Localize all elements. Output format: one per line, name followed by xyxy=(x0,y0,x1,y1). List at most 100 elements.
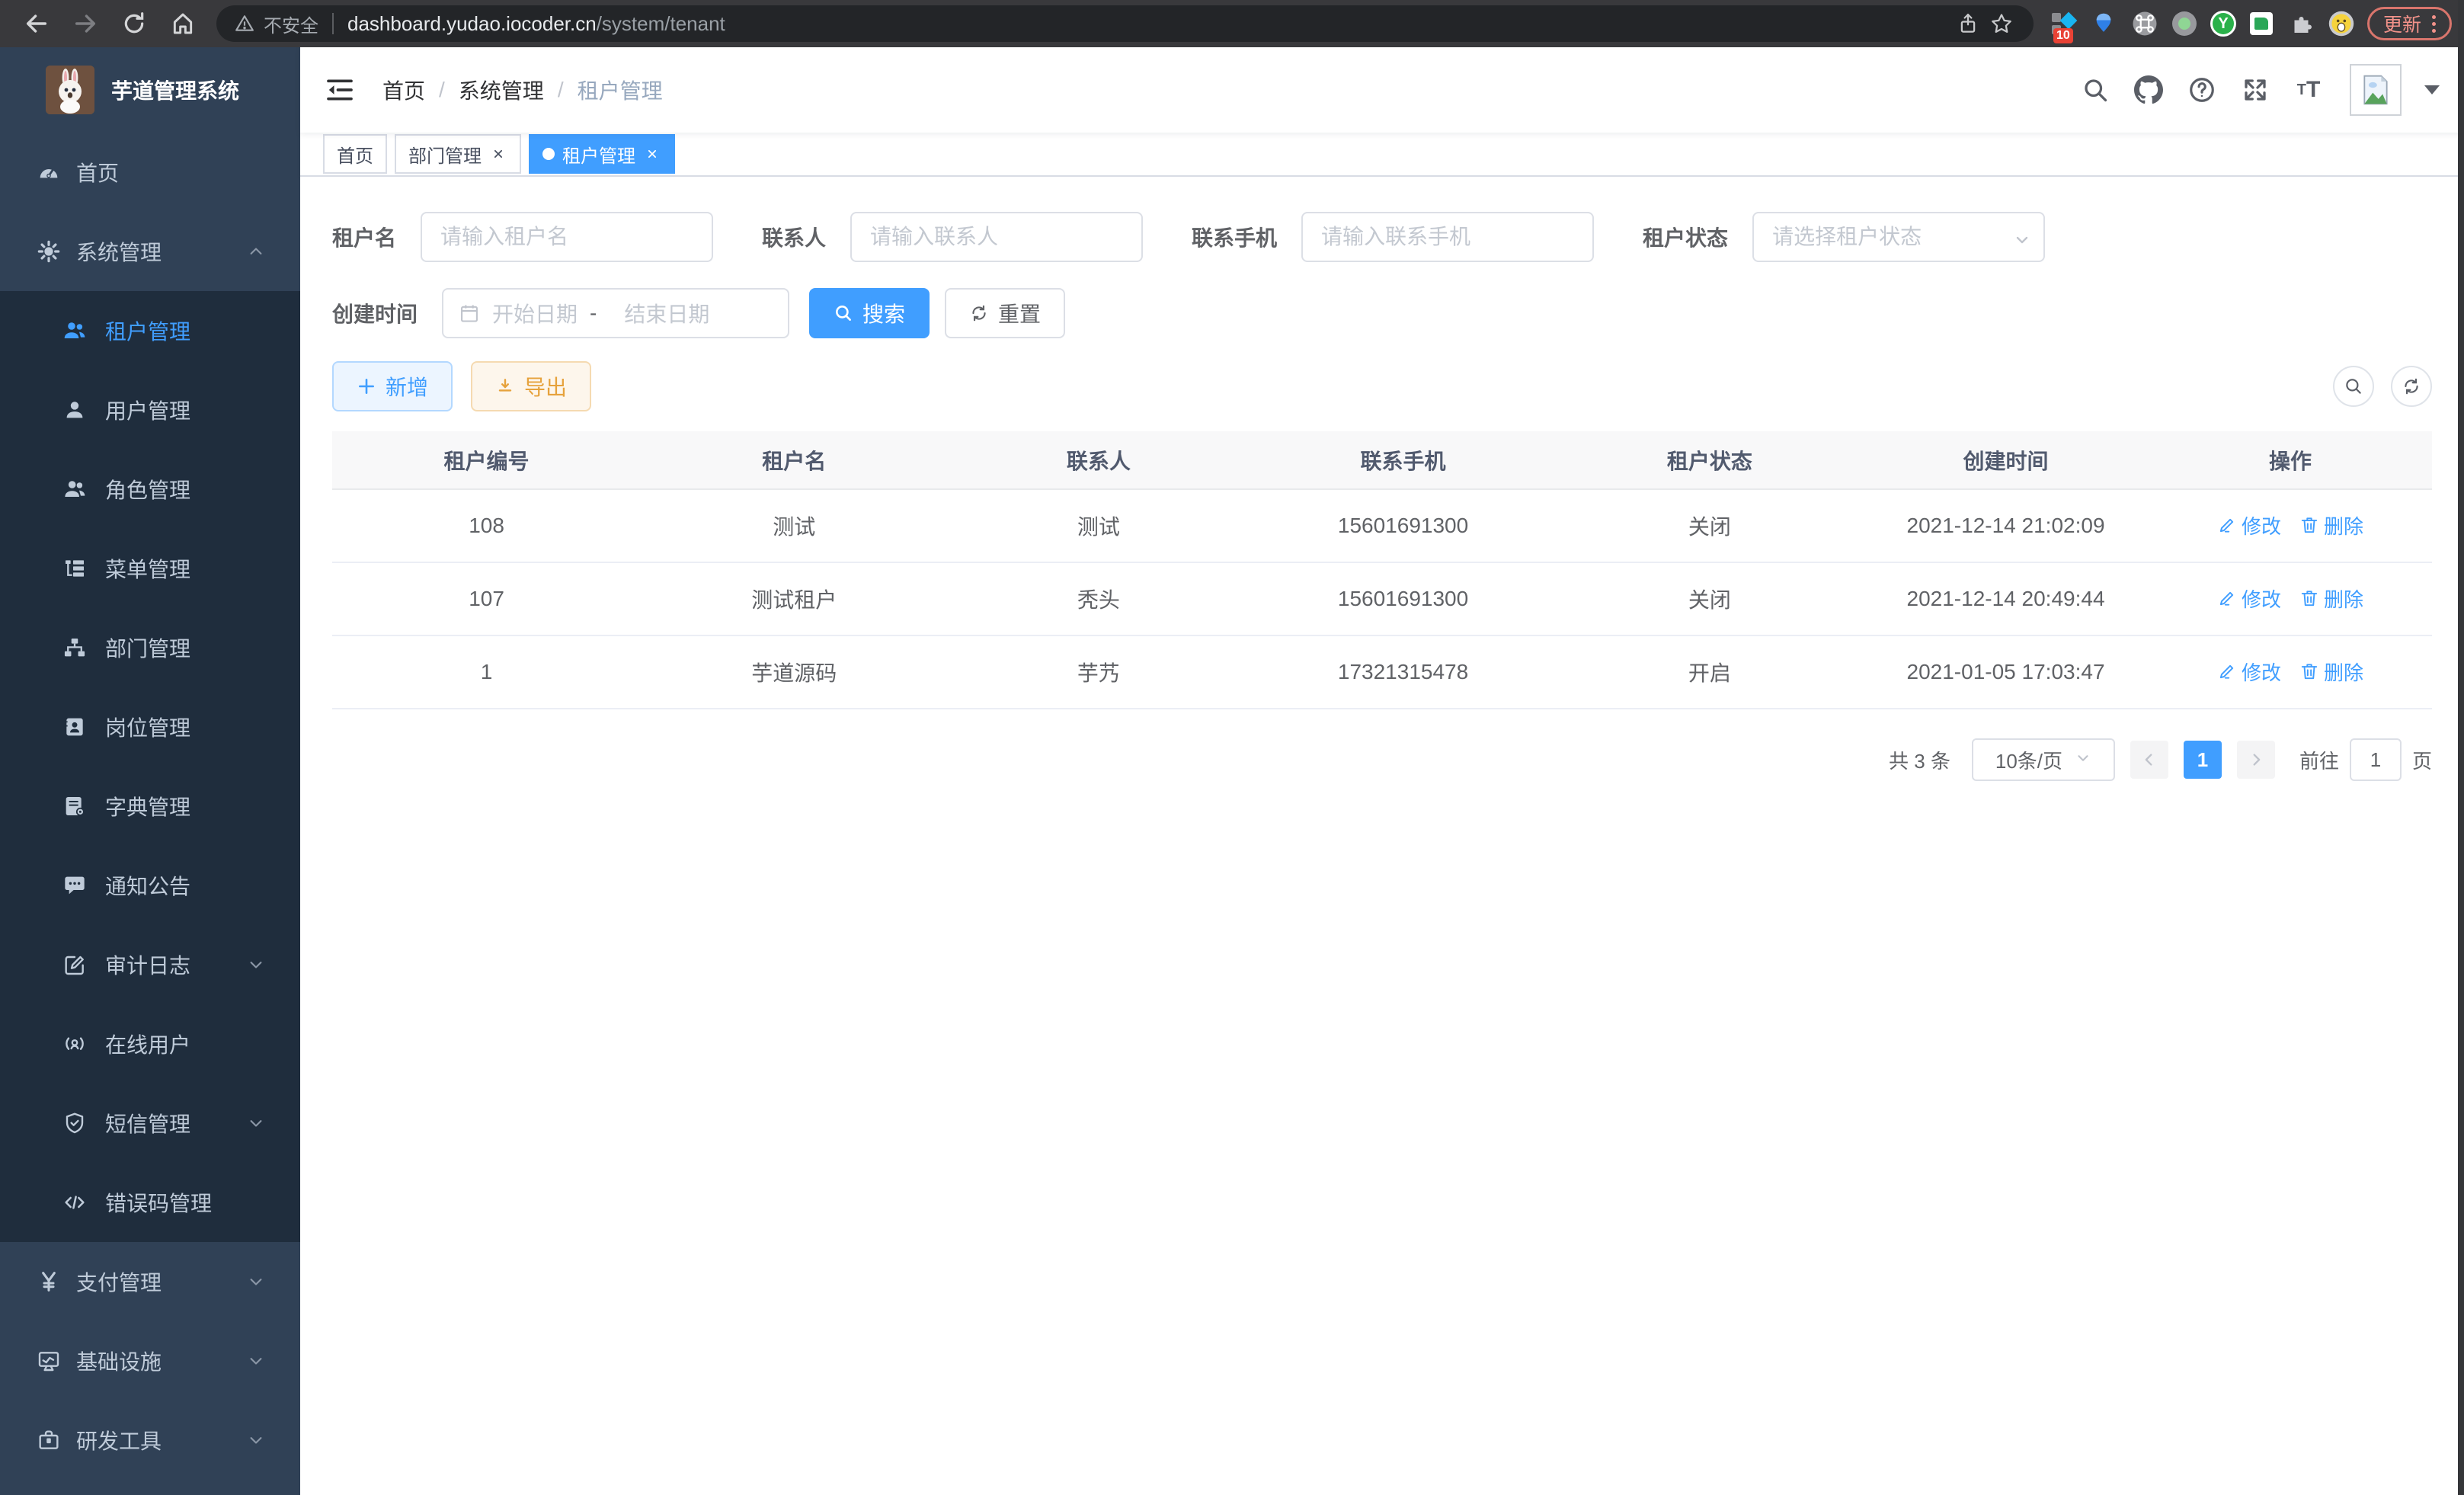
sidebar-item-online-users[interactable]: 在线用户 xyxy=(0,1004,300,1084)
cell-status: 开启 xyxy=(1557,635,1863,709)
sidebar-item-home[interactable]: 首页 xyxy=(0,133,300,212)
extension-balloon-icon[interactable] xyxy=(2090,10,2117,37)
github-icon[interactable] xyxy=(2133,75,2164,105)
extension-puzzle-icon[interactable] xyxy=(2286,10,2314,37)
tab-label: 租户管理 xyxy=(562,141,635,168)
toggle-search-icon[interactable] xyxy=(2333,366,2374,407)
next-page-button[interactable] xyxy=(2237,741,2275,779)
export-button[interactable]: 导出 xyxy=(471,361,591,411)
audit-edit-icon xyxy=(62,952,87,977)
sidebar-item-sms-management[interactable]: 短信管理 xyxy=(0,1084,300,1163)
bookmark-star-icon[interactable] xyxy=(1985,4,2018,43)
sidebar-item-notice-announcement[interactable]: 通知公告 xyxy=(0,846,300,925)
security-label[interactable]: 不安全 xyxy=(264,11,318,37)
extension-record-icon[interactable] xyxy=(2172,11,2197,36)
chevron-down-icon xyxy=(245,1350,267,1372)
tab-dept-management[interactable]: 部门管理 xyxy=(395,134,521,174)
active-tab-dot xyxy=(542,148,555,160)
search-button[interactable]: 搜索 xyxy=(809,288,930,338)
tab-tenant-management[interactable]: 租户管理 xyxy=(529,134,675,174)
browser-home-icon[interactable] xyxy=(162,4,204,43)
profile-avatar-icon[interactable] xyxy=(2328,10,2355,37)
start-date-placeholder[interactable]: 开始日期 xyxy=(492,298,578,328)
goto-page-input[interactable] xyxy=(2350,738,2402,781)
edit-link[interactable]: 修改 xyxy=(2217,658,2281,686)
extension-grid-icon[interactable]: 10 xyxy=(2049,10,2076,37)
cell-contact: 芋艿 xyxy=(948,635,1250,709)
filter-row-1: 租户名 联系人 联系手机 租户状态 xyxy=(332,212,2432,262)
table-header-row: 租户编号租户名联系人联系手机租户状态创建时间操作 xyxy=(332,431,2432,489)
dict-book-icon xyxy=(62,794,87,818)
edit-pencil-icon xyxy=(2217,515,2237,535)
sidebar-item-dict-management[interactable]: 字典管理 xyxy=(0,767,300,846)
browser-menu-icon[interactable] xyxy=(2432,15,2436,33)
trash-icon xyxy=(2299,588,2319,608)
mobile-input[interactable] xyxy=(1301,212,1594,262)
end-date-placeholder[interactable]: 结束日期 xyxy=(624,298,709,328)
contact-input[interactable] xyxy=(850,212,1143,262)
edit-link[interactable]: 修改 xyxy=(2217,511,2281,539)
browser-forward-icon[interactable] xyxy=(64,4,107,43)
avatar-dropdown-icon[interactable] xyxy=(2424,85,2440,94)
browser-back-icon[interactable] xyxy=(15,4,58,43)
font-size-icon[interactable]: TT xyxy=(2293,75,2324,105)
app-title: 芋道管理系统 xyxy=(111,75,239,105)
cell-actions: 修改删除 xyxy=(2149,489,2432,562)
url-text[interactable]: dashboard.yudao.iocoder.cn/system/tenant xyxy=(347,12,725,36)
sidebar-item-error-code-management[interactable]: 错误码管理 xyxy=(0,1163,300,1242)
close-icon[interactable] xyxy=(489,145,507,163)
create-time-range-picker[interactable]: 开始日期 - 结束日期 xyxy=(442,288,789,338)
sidebar-item-payment-management[interactable]: 支付管理 xyxy=(0,1242,300,1321)
breadcrumb-home[interactable]: 首页 xyxy=(382,75,425,105)
extension-command-icon[interactable] xyxy=(2131,10,2158,37)
extension-chat-icon[interactable] xyxy=(2250,12,2273,35)
status-select[interactable] xyxy=(1752,212,2045,262)
header-search-icon[interactable] xyxy=(2080,75,2110,105)
online-user-icon xyxy=(62,1032,87,1056)
delete-link[interactable]: 删除 xyxy=(2299,511,2363,539)
page-size-select[interactable]: 10条/页 xyxy=(1972,738,2115,781)
column-header: 联系人 xyxy=(948,431,1250,489)
sidebar-item-infrastructure[interactable]: 基础设施 xyxy=(0,1321,300,1401)
app-logo-row[interactable]: 芋道管理系统 xyxy=(0,47,300,133)
sidebar-collapse-icon[interactable] xyxy=(323,73,357,107)
sidebar-item-user-management[interactable]: 用户管理 xyxy=(0,370,300,450)
tab-home[interactable]: 首页 xyxy=(323,134,387,174)
sidebar-item-tenant-management[interactable]: 租户管理 xyxy=(0,291,300,370)
cell-contact: 测试 xyxy=(948,489,1250,562)
close-icon[interactable] xyxy=(643,145,661,163)
sidebar-item-menu-management[interactable]: 菜单管理 xyxy=(0,529,300,608)
url-bar[interactable]: 不安全 dashboard.yudao.iocoder.cn/system/te… xyxy=(216,5,2034,42)
browser-update-button[interactable]: 更新 xyxy=(2367,7,2452,40)
sidebar-item-dept-management[interactable]: 部门管理 xyxy=(0,608,300,687)
share-icon[interactable] xyxy=(1951,4,1985,43)
edit-link[interactable]: 修改 xyxy=(2217,584,2281,613)
refresh-table-icon[interactable] xyxy=(2391,366,2432,407)
breadcrumb-system[interactable]: 系统管理 xyxy=(459,75,544,105)
add-button[interactable]: 新增 xyxy=(332,361,453,411)
edit-pencil-icon xyxy=(2217,661,2237,681)
fullscreen-icon[interactable] xyxy=(2240,75,2270,105)
tenant-name-input[interactable] xyxy=(421,212,713,262)
sidebar-item-role-management[interactable]: 角色管理 xyxy=(0,450,300,529)
prev-page-button[interactable] xyxy=(2130,741,2168,779)
browser-reload-icon[interactable] xyxy=(113,4,155,43)
cell-status: 关闭 xyxy=(1557,562,1863,635)
sidebar-item-system-management[interactable]: 系统管理 xyxy=(0,212,300,291)
dashboard-icon xyxy=(37,160,61,184)
user-avatar[interactable] xyxy=(2350,64,2402,116)
cell-id: 107 xyxy=(332,562,641,635)
help-icon[interactable] xyxy=(2187,75,2217,105)
extension-y-icon[interactable]: Y xyxy=(2210,11,2236,37)
yen-icon xyxy=(37,1269,61,1294)
delete-link[interactable]: 删除 xyxy=(2299,658,2363,686)
window-right-edge xyxy=(2458,0,2464,1495)
page-number-1[interactable]: 1 xyxy=(2184,741,2222,779)
comment-icon xyxy=(62,873,87,898)
sidebar-item-audit-log[interactable]: 审计日志 xyxy=(0,925,300,1004)
delete-link[interactable]: 删除 xyxy=(2299,584,2363,613)
sidebar-item-post-management[interactable]: 岗位管理 xyxy=(0,687,300,767)
reset-button[interactable]: 重置 xyxy=(945,288,1065,338)
sidebar-item-dev-tools[interactable]: 研发工具 xyxy=(0,1401,300,1480)
url-divider xyxy=(332,13,334,34)
